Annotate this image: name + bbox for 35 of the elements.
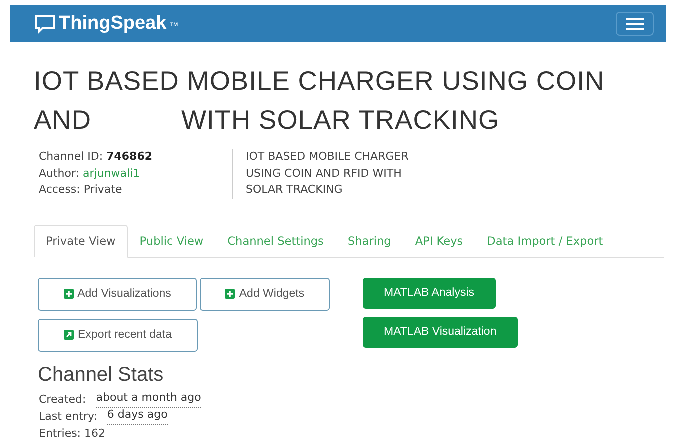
plus-icon <box>64 289 74 299</box>
action-button[interactable]: Export recent data <box>38 318 198 352</box>
matlab-button[interactable]: MATLAB Visualization <box>363 316 518 348</box>
speech-bubble-icon <box>34 14 56 34</box>
stat-label: Last entry: <box>39 408 98 424</box>
tab[interactable]: Sharing <box>336 224 404 258</box>
author-label: Author: <box>39 166 80 180</box>
menu-icon <box>626 18 644 30</box>
channel-id: Channel ID: 746862 <box>39 149 154 165</box>
author-link[interactable]: arjunwali1 <box>83 166 140 180</box>
action-button[interactable]: Add Visualizations <box>38 278 197 310</box>
brand-name[interactable]: ThingSpeak <box>59 12 167 34</box>
page-title: IOT BASED MOBILE CHARGER USING COIN <box>34 65 606 98</box>
channel-description: USING COIN AND RFID WITH <box>246 166 403 182</box>
tab[interactable]: Channel Settings <box>216 224 336 258</box>
stat-value: 6 days ago <box>107 408 168 424</box>
plus-icon <box>225 289 236 299</box>
action-button[interactable]: Add Widgets <box>200 278 330 310</box>
page-title: WITH SOLAR TRACKING <box>181 104 500 137</box>
matlab-button[interactable]: MATLAB Analysis <box>363 278 496 308</box>
access-text: Access: Private <box>39 182 124 198</box>
channel-description: IOT BASED MOBILE CHARGER <box>246 149 409 165</box>
tab[interactable]: Data Import / Export <box>475 224 616 258</box>
stat-text: Entries: 162 <box>39 426 106 442</box>
stat-label: Created: <box>39 392 86 408</box>
tab[interactable]: Private View <box>34 224 128 258</box>
tab[interactable]: Public View <box>128 224 216 258</box>
tab[interactable]: API Keys <box>403 224 476 258</box>
page-title: AND <box>34 104 92 137</box>
section-heading: Channel Stats <box>38 364 165 386</box>
trademark: ™ <box>170 20 179 30</box>
channel-description: SOLAR TRACKING <box>246 182 344 198</box>
menu-button[interactable] <box>616 12 654 36</box>
export-icon <box>64 330 74 340</box>
stat-value: about a month ago <box>96 390 202 408</box>
